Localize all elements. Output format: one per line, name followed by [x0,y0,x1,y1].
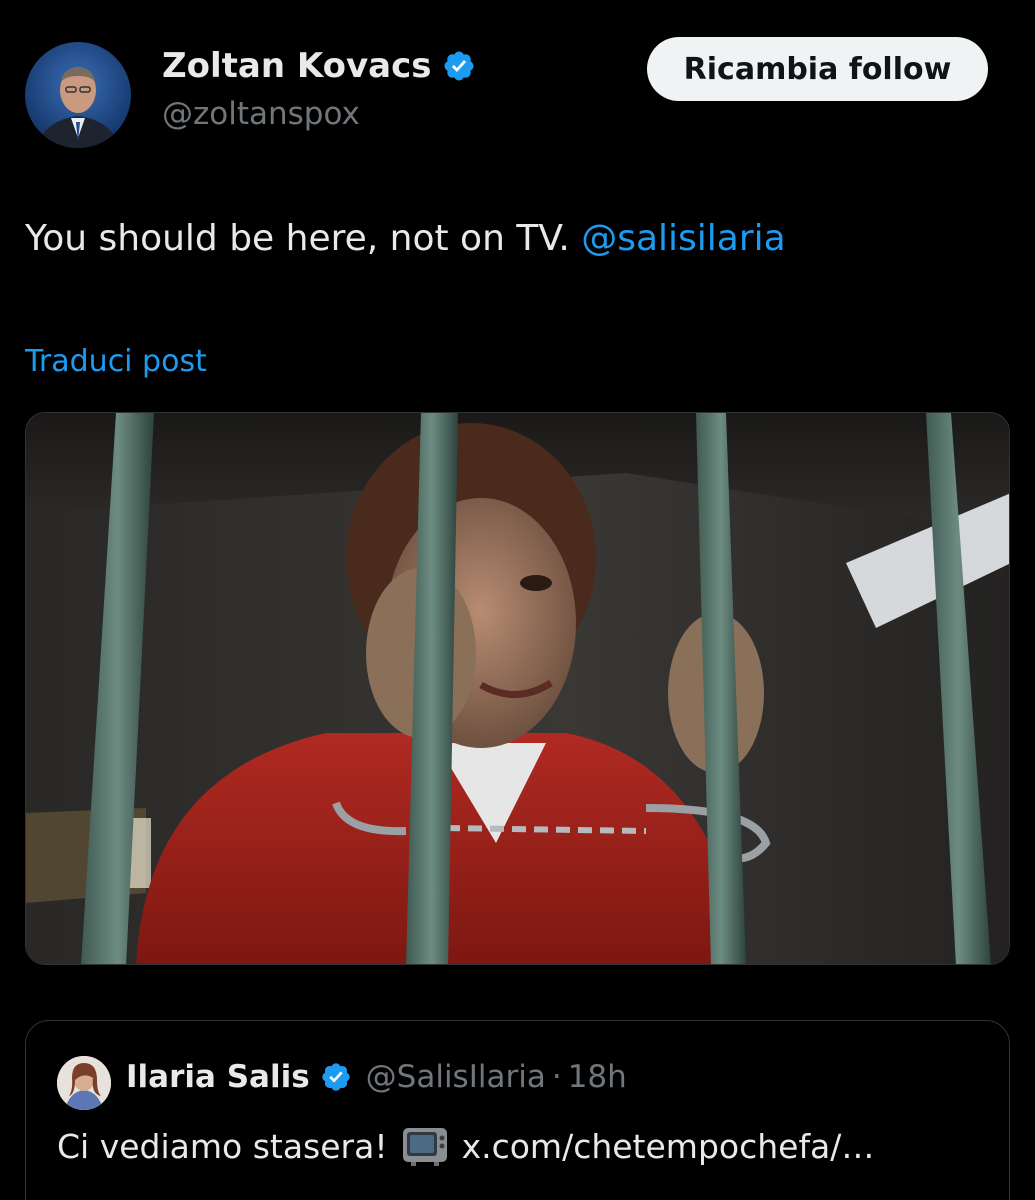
post: Zoltan Kovacs @zoltanspox Ricambia follo… [0,0,1035,1200]
separator-dot: · [551,1059,562,1095]
verified-badge-icon[interactable] [320,1061,352,1093]
quoted-author-name[interactable]: Ilaria Salis [126,1059,310,1095]
translate-post-link[interactable]: Traduci post [25,344,207,379]
quoted-author-handle[interactable]: @SalisIlaria [366,1059,546,1095]
author-avatar[interactable] [25,42,131,148]
quoted-post-header: Ilaria Salis @SalisIlaria · 18h [126,1059,627,1095]
quoted-post-time[interactable]: 18h [568,1059,627,1095]
television-icon [402,1125,448,1167]
author-name-text: Zoltan Kovacs [162,46,432,86]
verified-badge-icon[interactable] [442,49,476,83]
profile-photo-icon [25,42,131,148]
quoted-author-avatar[interactable] [57,1056,111,1110]
quoted-post[interactable]: Ilaria Salis @SalisIlaria · 18h Ci vedia… [25,1020,1010,1200]
follow-back-button[interactable]: Ricambia follow [647,37,988,101]
quoted-body-text: Ci vediamo stasera! [57,1126,388,1166]
profile-photo-icon [57,1056,111,1110]
author-display-name[interactable]: Zoltan Kovacs [162,46,476,86]
post-text: You should be here, not on TV. @salisila… [25,218,786,259]
post-media-image[interactable] [25,412,1010,965]
post-body-text: You should be here, not on TV. [25,218,570,259]
mention-link[interactable]: @salisilaria [581,218,786,259]
quoted-post-text: Ci vediamo stasera! x.com/chetempochefa/… [57,1125,874,1167]
author-handle[interactable]: @zoltanspox [162,96,360,132]
prison-image-icon [26,413,1009,964]
quoted-link[interactable]: x.com/chetempochefa/… [462,1127,875,1166]
